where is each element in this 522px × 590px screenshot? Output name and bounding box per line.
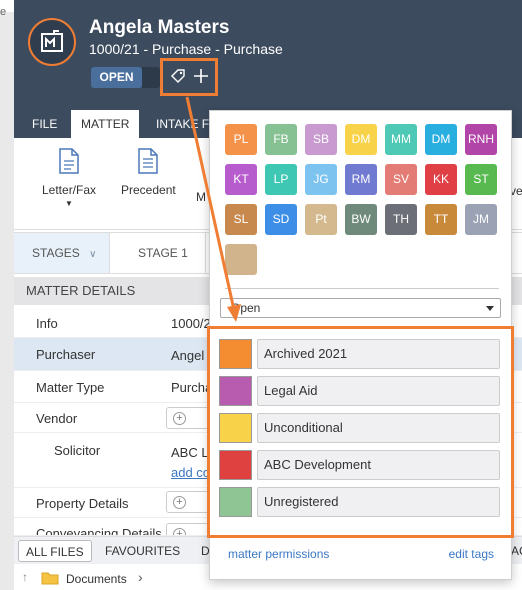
letter-fax-label: Letter/Fax [42,183,97,197]
folder-icon [41,571,59,588]
tag-color-swatch[interactable] [219,339,252,369]
tag-color-swatch[interactable] [219,413,252,443]
letter-fax-button[interactable]: Letter/Fax ▼ [42,148,96,208]
detail-label: Solicitor [54,443,101,458]
background-text: e [0,6,7,18]
tag-name-field[interactable]: ABC Development [257,450,500,480]
tag-swatch[interactable]: PL [225,124,257,155]
tag-filter-select[interactable]: Open [220,298,501,318]
tag-swatch[interactable]: JM [465,204,497,235]
status-toggle-track[interactable] [142,67,160,88]
matter-header: Angela Masters 1000/21 - Purchase - Purc… [14,0,522,110]
stages-label: STAGES [32,246,80,260]
ribbon-item-m-label: M [196,190,206,204]
tag-color-swatch[interactable] [219,450,252,480]
tag-swatch[interactable] [225,244,257,275]
tag-filter-value: Open [231,301,261,315]
tag-row[interactable]: Unregistered [219,487,501,517]
chevron-down-icon: ∨ [89,249,97,260]
detail-label: Conveyancing Details [36,526,162,536]
tab-matter[interactable]: MATTER [71,110,140,138]
detail-label: Info [36,316,58,331]
divider [225,288,499,289]
tag-list: Archived 2021 Legal Aid Unconditional ABC D… [207,326,514,538]
detail-label: Matter Type [36,380,105,395]
tag-swatch[interactable]: LP [265,164,297,195]
tag-swatch[interactable]: DM [345,124,377,155]
document-icon [58,148,80,177]
tag-swatch[interactable]: KK [425,164,457,195]
detail-label: Vendor [36,411,78,426]
plus-icon [193,68,209,87]
tab-file[interactable]: FILE [22,110,67,138]
stage-1-tab[interactable]: STAGE 1 [110,233,206,273]
tag-name-field[interactable]: Unregistered [257,487,500,517]
tab-all-files[interactable]: ALL FILES [18,540,92,562]
breadcrumb-documents[interactable]: Documents [66,572,127,586]
precedent-button[interactable]: Precedent [121,148,176,197]
tag-swatch[interactable]: MM [385,124,417,155]
tag-name-field[interactable]: Unconditional [257,413,500,443]
detail-value: 1000/2 [171,316,211,331]
status-badge[interactable]: OPEN [91,67,142,88]
detail-value: ABC L [171,445,209,460]
tag-swatch[interactable]: SV [385,164,417,195]
tag-color-swatch[interactable] [219,487,252,517]
detail-label: Purchaser [36,347,96,362]
tag-swatch[interactable]: FB [265,124,297,155]
matter-subtitle: 1000/21 - Purchase - Purchase [89,41,283,57]
tag-name-field[interactable]: Archived 2021 [257,339,500,369]
detail-value: Angel [171,348,205,363]
detail-label: Property Details [36,496,129,511]
add-icon: + [173,528,186,535]
stages-dropdown[interactable]: STAGES ∨ [14,233,110,273]
tag-swatch[interactable]: Pt [305,204,337,235]
tag-swatch[interactable]: SL [225,204,257,235]
tag-row[interactable]: ABC Development [219,450,501,480]
tab-favourites[interactable]: FAVOURITES [98,540,187,562]
tag-swatch[interactable]: RM [345,164,377,195]
tag-swatch[interactable]: KT [225,164,257,195]
tag-swatch[interactable]: DM [425,124,457,155]
chevron-right-icon[interactable]: › [138,569,143,585]
matter-permissions-link[interactable]: matter permissions [228,547,329,561]
chevron-down-icon: ▼ [65,199,73,208]
up-arrow-icon[interactable]: ↑ [22,570,28,584]
tag-swatch[interactable]: BW [345,204,377,235]
tag-row[interactable]: Legal Aid [219,376,501,406]
tag-swatch[interactable]: JG [305,164,337,195]
tag-icon [169,67,187,88]
tag-row[interactable]: Archived 2021 [219,339,501,369]
tag-swatch[interactable]: SB [305,124,337,155]
add-icon: + [173,412,186,425]
tag-name-field[interactable]: Legal Aid [257,376,500,406]
tag-picker-popup: PL FB SB DM MM DM RNH KT LP JG RM SV KK ST SL SD Pt BW TH T… [207,110,514,580]
tag-swatch[interactable]: SD [265,204,297,235]
matter-client-name: Angela Masters [89,17,230,38]
edit-tags-link[interactable]: edit tags [449,547,494,561]
matter-logo-icon [28,18,76,66]
ribbon-item-m[interactable]: M [196,184,206,204]
background-window [0,0,14,590]
tag-swatch[interactable]: TH [385,204,417,235]
tag-swatch[interactable]: ST [465,164,497,195]
precedent-label: Precedent [121,183,176,197]
add-tag-button[interactable] [160,58,218,96]
chevron-down-icon [486,306,494,311]
add-icon: + [173,496,186,509]
add-contact-link[interactable]: add co [171,465,210,480]
precedent-icon [137,148,159,177]
tag-swatch[interactable]: RNH [465,124,497,155]
tag-row[interactable]: Unconditional [219,413,501,443]
tag-color-swatch[interactable] [219,376,252,406]
tag-swatch[interactable]: TT [425,204,457,235]
